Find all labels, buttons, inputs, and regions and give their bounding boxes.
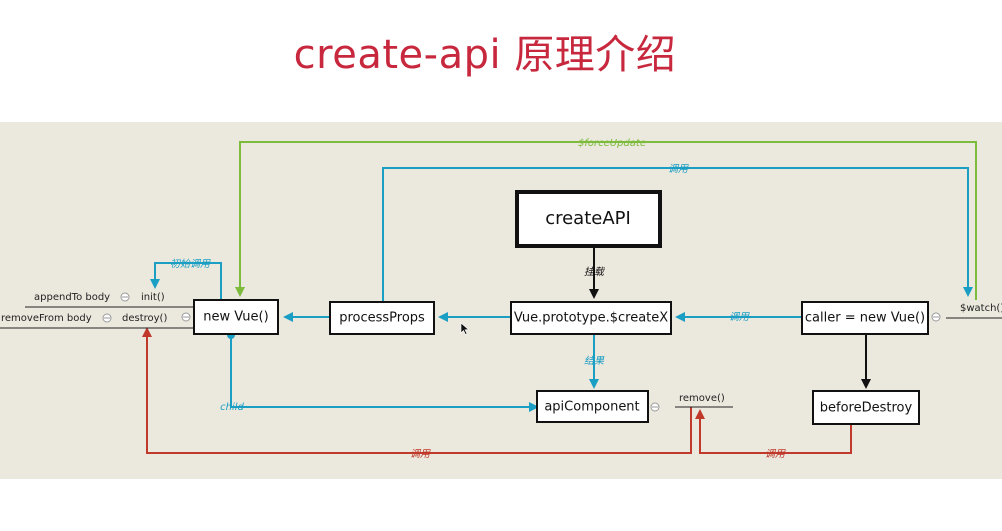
- api-component-node: apiComponent: [536, 390, 649, 423]
- caller-node: caller = new Vue(): [801, 301, 929, 335]
- before-destroy-label: beforeDestroy: [820, 401, 913, 416]
- child-label: child: [220, 402, 244, 413]
- call-top-edge: [382, 167, 973, 302]
- child-edge: [230, 335, 539, 412]
- destroy-text: destroy(): [122, 313, 167, 324]
- call-mid-label: 调用: [729, 311, 750, 323]
- result-label: 结果: [584, 355, 605, 367]
- caller-methods: $watch(): [931, 303, 1002, 322]
- watch-text: $watch(): [960, 303, 1002, 314]
- api-component-label: apiComponent: [544, 400, 639, 415]
- caller-label: caller = new Vue(): [805, 311, 925, 326]
- remove-from-body-text: removeFrom body: [1, 313, 92, 324]
- init-call-label: 初始调用: [170, 258, 211, 270]
- flow-diagram: $forceUpdate 调用 挂载 结果 调用 初始调用 child 调用 调…: [0, 138, 1002, 460]
- create-x-node: Vue.prototype.$createX: [510, 301, 672, 335]
- call-top-label: 调用: [668, 163, 689, 175]
- process-props-node: processProps: [329, 301, 435, 335]
- mount-label: 挂载: [584, 266, 606, 278]
- new-vue-node: new Vue(): [193, 299, 279, 335]
- force-update-label: $forceUpdate: [578, 138, 646, 149]
- create-api-node: createAPI: [515, 190, 662, 248]
- before-destroy-node: beforeDestroy: [812, 390, 920, 425]
- mouse-cursor-icon: [460, 322, 470, 335]
- create-api-label: createAPI: [545, 208, 631, 229]
- call-bottom-right-label: 调用: [765, 448, 786, 460]
- vue-methods: appendTo body init() removeFrom body des…: [0, 292, 194, 329]
- append-to-body-text: appendTo body: [34, 292, 110, 303]
- init-text: init(): [141, 292, 165, 303]
- new-vue-label: new Vue(): [203, 310, 268, 325]
- process-props-label: processProps: [339, 311, 425, 326]
- remove-text: remove(): [679, 393, 725, 404]
- call-bottom-left-label: 调用: [410, 448, 431, 460]
- create-x-label: Vue.prototype.$createX: [514, 311, 668, 326]
